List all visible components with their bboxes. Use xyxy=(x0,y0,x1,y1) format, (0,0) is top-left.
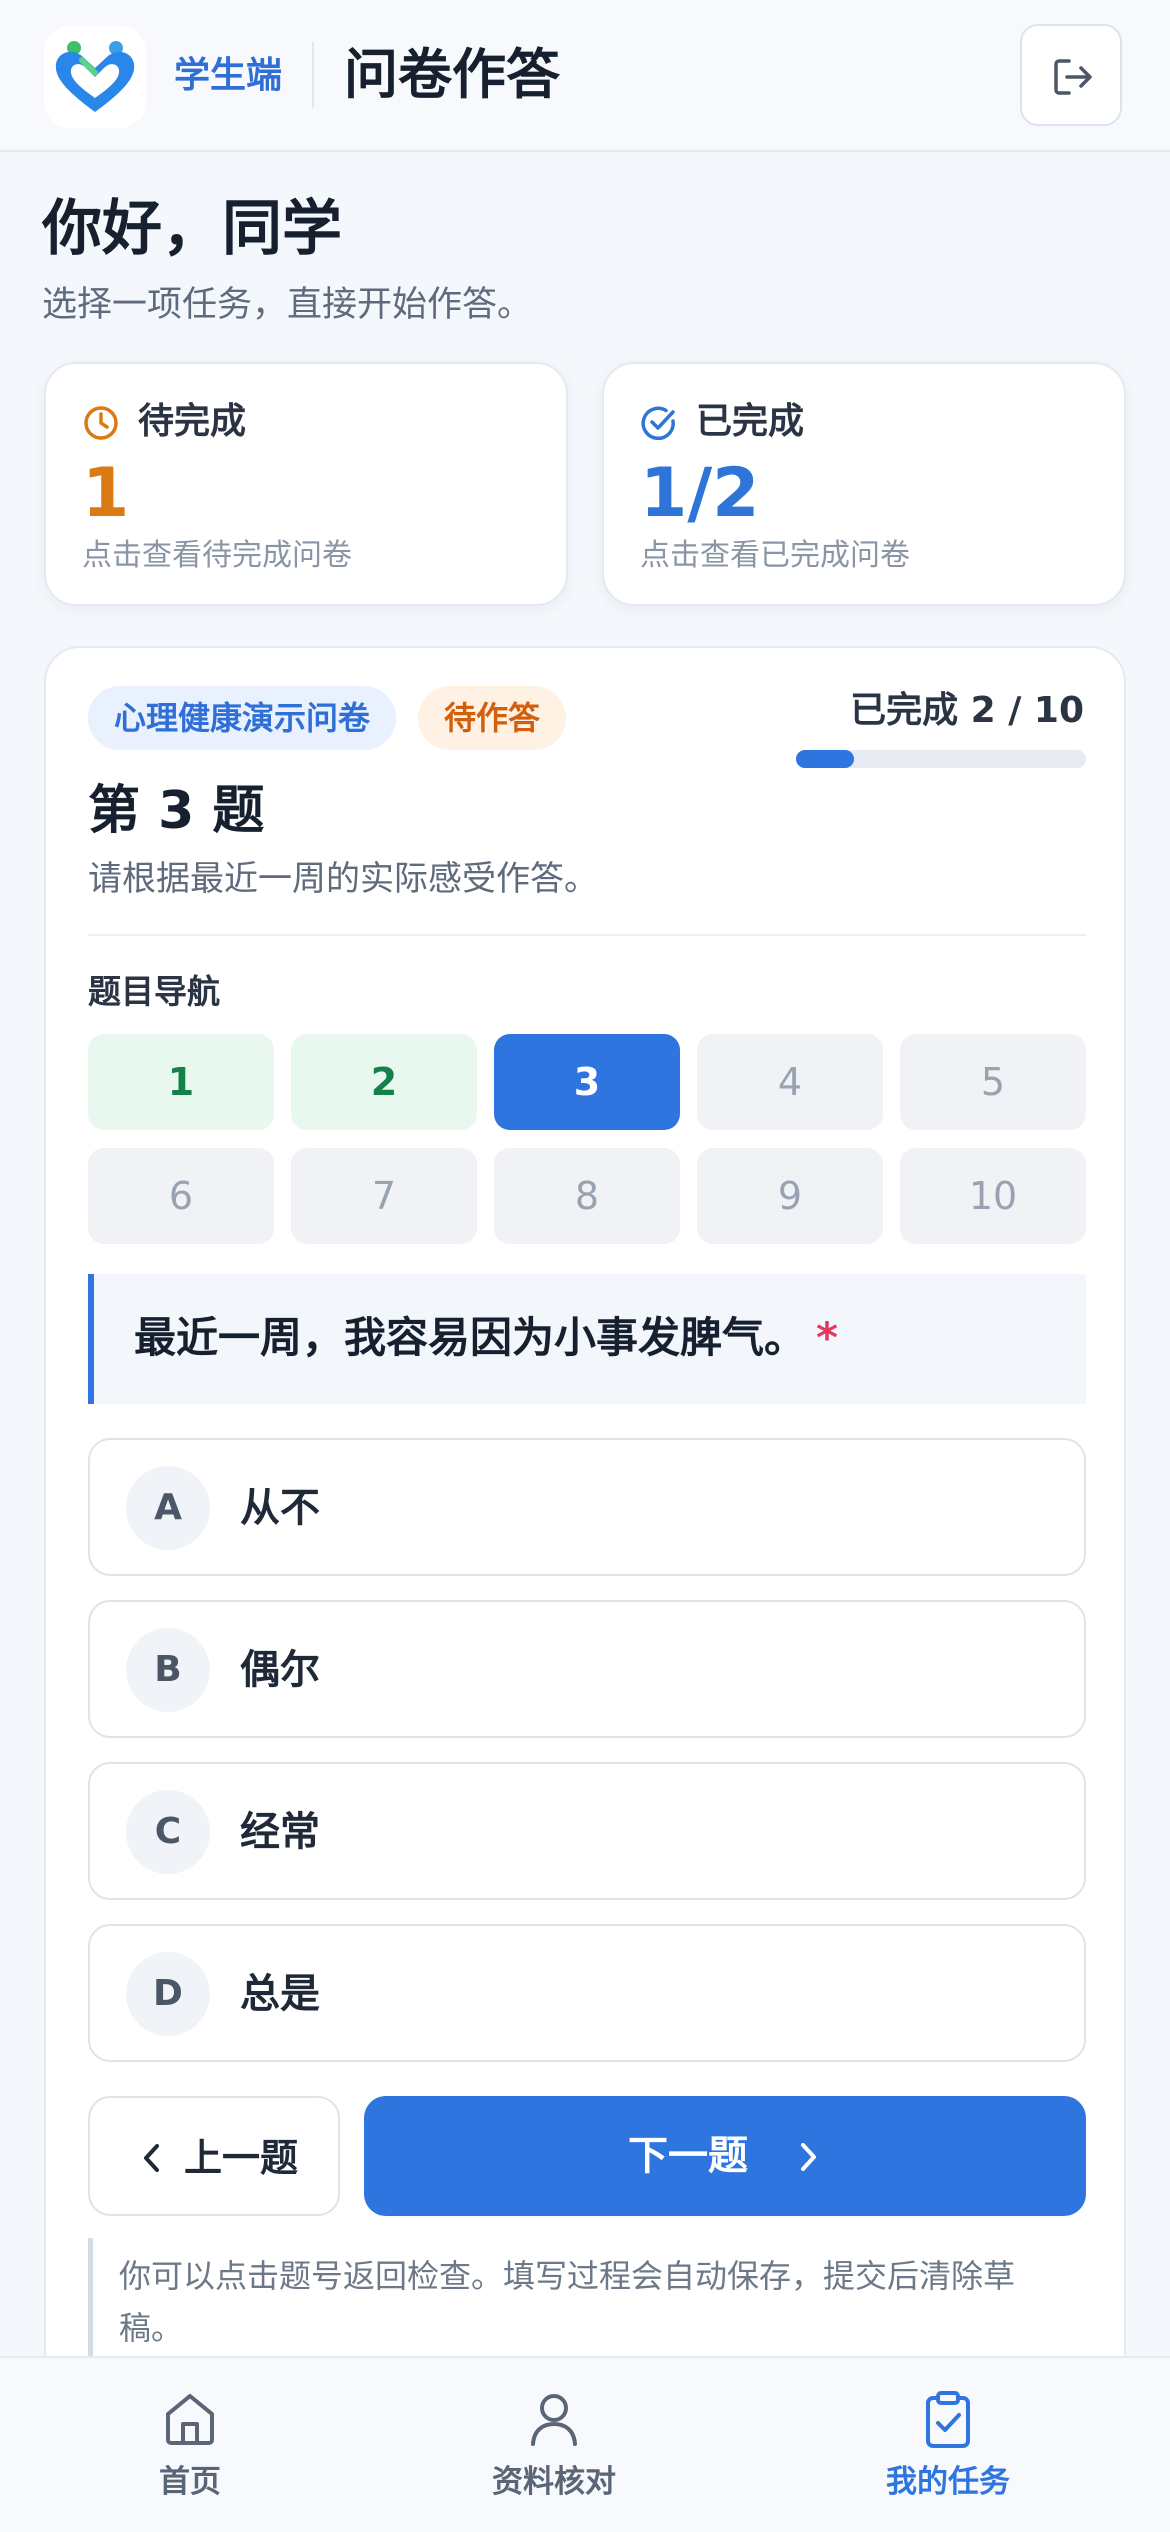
question-nav-item-1[interactable]: 1 xyxy=(88,1034,274,1130)
tab-home[interactable]: 首页 xyxy=(40,2358,340,2532)
question-nav-item-2[interactable]: 2 xyxy=(291,1034,477,1130)
option-text: 总是 xyxy=(240,1971,320,2017)
question-nav-grid: 1 2 3 4 5 6 7 8 9 10 xyxy=(88,1034,1086,1244)
pending-label: 待完成 xyxy=(138,401,247,442)
question-nav-item-7[interactable]: 7 xyxy=(291,1148,477,1244)
question-nav-item-3[interactable]: 3 xyxy=(494,1034,680,1130)
option-letter: A xyxy=(126,1466,210,1550)
progress-bar-fill xyxy=(796,750,854,768)
option-letter: C xyxy=(126,1790,210,1874)
app: 学生端 问卷作答 你好，同学 选择一项任务，直接开始作答。 待完成 1 点击查看… xyxy=(0,0,1170,2532)
heart-people-logo-icon xyxy=(44,26,146,128)
greeting-title: 你好，同学 xyxy=(42,194,342,264)
question-instruction: 请根据最近一周的实际感受作答。 xyxy=(88,859,598,899)
tab-home-label: 首页 xyxy=(159,2464,221,2500)
person-icon xyxy=(531,2394,577,2446)
option-c[interactable]: C 经常 xyxy=(88,1762,1086,1900)
question-nav-item-9[interactable]: 9 xyxy=(697,1148,883,1244)
question-nav-item-6[interactable]: 6 xyxy=(88,1148,274,1244)
prev-question-label: 上一题 xyxy=(184,2136,299,2180)
done-hint: 点击查看已完成问卷 xyxy=(640,538,910,573)
clock-icon xyxy=(84,406,118,440)
done-count: 1/2 xyxy=(640,454,760,533)
pending-count: 1 xyxy=(82,454,130,533)
prev-question-button[interactable]: 上一题 xyxy=(88,2096,340,2216)
option-b[interactable]: B 偶尔 xyxy=(88,1600,1086,1738)
question-text: 最近一周，我容易因为小事发脾气。 * xyxy=(134,1308,838,1368)
bottom-nav: 首页 资料核对 我的任务 xyxy=(0,2356,1170,2532)
tab-profile-check[interactable]: 资料核对 xyxy=(404,2358,704,2532)
option-text: 从不 xyxy=(240,1485,320,1531)
tab-profile-check-label: 资料核对 xyxy=(492,2464,616,2500)
question-text-content: 最近一周，我容易因为小事发脾气。 xyxy=(134,1313,807,1362)
header-divider xyxy=(312,42,314,108)
question-nav-item-8[interactable]: 8 xyxy=(494,1148,680,1244)
next-question-button[interactable]: 下一题 xyxy=(364,2096,1086,2216)
survey-name-badge: 心理健康演示问卷 xyxy=(88,686,397,750)
page-title: 问卷作答 xyxy=(344,43,560,106)
question-nav-item-5[interactable]: 5 xyxy=(900,1034,1086,1130)
check-circle-icon xyxy=(641,406,675,441)
option-letter: B xyxy=(126,1628,210,1712)
required-mark: * xyxy=(816,1313,838,1362)
option-letter: D xyxy=(126,1952,210,2036)
question-nav-item-10[interactable]: 10 xyxy=(900,1148,1086,1244)
tab-my-tasks-label: 我的任务 xyxy=(886,2464,1010,2500)
chevron-right-icon xyxy=(801,2143,816,2171)
greeting-subtitle: 选择一项任务，直接开始作答。 xyxy=(42,285,533,325)
clipboard-check-icon xyxy=(926,2391,970,2448)
logout-icon xyxy=(1054,59,1092,95)
option-text: 偶尔 xyxy=(240,1647,320,1693)
role-label: 学生端 xyxy=(174,55,283,96)
tab-my-tasks[interactable]: 我的任务 xyxy=(798,2358,1098,2532)
option-d[interactable]: D 总是 xyxy=(88,1924,1086,2062)
question-number: 第 3 题 xyxy=(88,781,265,841)
question-nav-item-4[interactable]: 4 xyxy=(697,1034,883,1130)
pending-stat-card[interactable]: 待完成 1 点击查看待完成问卷 xyxy=(44,362,568,606)
progress-text: 已完成 2 / 10 xyxy=(850,690,1084,731)
progress-bar xyxy=(796,750,1086,768)
question-nav-title: 题目导航 xyxy=(88,972,220,1011)
top-header: 学生端 问卷作答 xyxy=(0,0,1170,152)
divider xyxy=(88,934,1086,936)
logout-button[interactable] xyxy=(1020,24,1122,126)
pending-hint: 点击查看待完成问卷 xyxy=(82,538,352,573)
chevron-left-icon xyxy=(144,2144,159,2172)
done-stat-card[interactable]: 已完成 1/2 点击查看已完成问卷 xyxy=(602,362,1126,606)
autosave-tip: 你可以点击题号返回检查。填写过程会自动保存，提交后清除草稿。 xyxy=(88,2238,1086,2368)
status-badge: 待作答 xyxy=(418,686,567,750)
next-question-label: 下一题 xyxy=(628,2133,748,2179)
home-icon xyxy=(166,2394,214,2445)
done-label: 已完成 xyxy=(696,401,805,442)
question-box: 最近一周，我容易因为小事发脾气。 * xyxy=(88,1274,1086,1404)
option-a[interactable]: A 从不 xyxy=(88,1438,1086,1576)
option-text: 经常 xyxy=(240,1809,320,1855)
questionnaire-card: 心理健康演示问卷 待作答 已完成 2 / 10 第 3 题 请根据最近一周的实际… xyxy=(44,646,1126,2532)
